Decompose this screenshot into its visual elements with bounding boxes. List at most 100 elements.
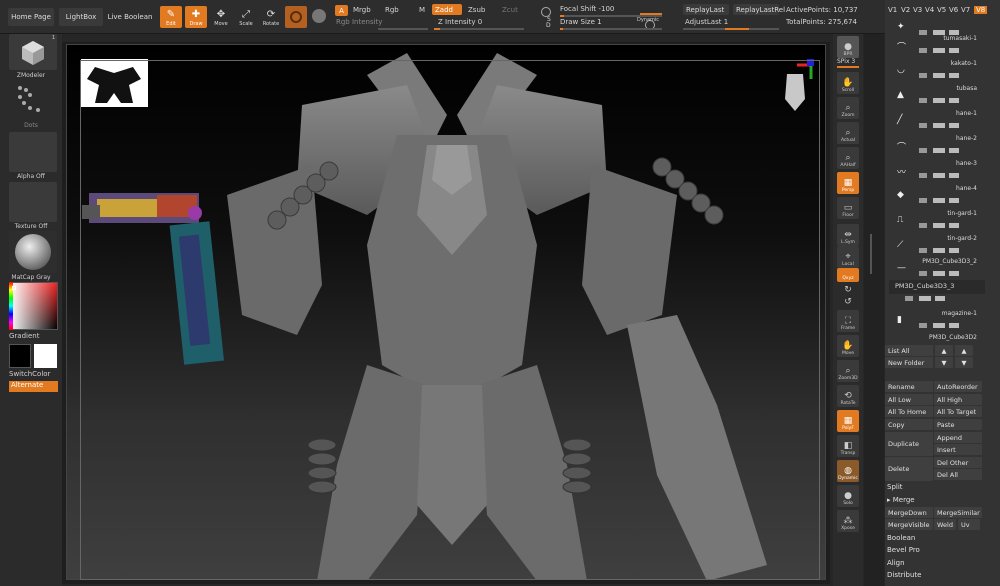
- zoom-button[interactable]: ⌕ Zoom: [837, 97, 859, 119]
- frame-button[interactable]: ⛶ Frame: [837, 310, 859, 332]
- merge-section[interactable]: ▸ Merge: [887, 496, 915, 504]
- paste-button[interactable]: Paste: [934, 419, 982, 430]
- subtool-item[interactable]: ╱ hane-1: [889, 109, 985, 133]
- subtool-item[interactable]: — PM3D_Cube3D3_2: [889, 257, 985, 281]
- switch-color-button[interactable]: SwitchColor: [9, 370, 50, 378]
- subtool-visibility-toggles[interactable]: [919, 323, 971, 328]
- duplicate-button[interactable]: Duplicate: [885, 432, 933, 456]
- new-folder-button[interactable]: New Folder: [885, 357, 933, 368]
- matcap-thumb[interactable]: [9, 231, 57, 273]
- polyf-button[interactable]: ▦ PolyF: [837, 410, 859, 432]
- aahalf-button[interactable]: ⌕ AAHalf: [837, 147, 859, 169]
- subtool-item-selected[interactable]: PM3D_Cube3D3_3: [889, 280, 985, 294]
- subtool-visibility-toggles[interactable]: [919, 248, 971, 253]
- del-all-button[interactable]: Del All: [934, 469, 982, 480]
- live-boolean-button[interactable]: Live Boolean: [106, 8, 154, 26]
- boolean-section[interactable]: Boolean: [887, 534, 915, 542]
- distribute-section[interactable]: Distribute: [887, 571, 921, 579]
- zadd-button[interactable]: Zadd: [432, 4, 462, 15]
- replay-last-rel-button[interactable]: ReplayLastRel: [733, 4, 785, 15]
- split-section[interactable]: Split: [887, 483, 903, 491]
- ghost-button[interactable]: ◍ Dynamic: [837, 460, 859, 482]
- spix-slider[interactable]: SPix 3: [837, 58, 859, 66]
- z-intensity-track[interactable]: [434, 28, 524, 30]
- subtool-visibility-toggles[interactable]: [919, 173, 971, 178]
- subtool-visibility-toggles[interactable]: [905, 296, 957, 301]
- texture-thumb[interactable]: [9, 182, 57, 222]
- color-cursor[interactable]: [12, 286, 16, 290]
- lightbox-button[interactable]: LightBox: [59, 8, 103, 26]
- view-v7[interactable]: V7: [961, 6, 970, 14]
- subtool-item[interactable]: ⎍ tin-gard-1: [889, 209, 985, 233]
- subtool-visibility-toggles[interactable]: [919, 223, 971, 228]
- local-button[interactable]: ⌖ Local: [837, 246, 859, 268]
- rgb-button[interactable]: Rgb: [385, 6, 399, 14]
- auto-reorder-button[interactable]: AutoReorder: [934, 381, 982, 392]
- zoom3d-button[interactable]: ⌕ Zoom3D: [837, 360, 859, 382]
- subtool-visibility-toggles[interactable]: [919, 123, 971, 128]
- del-other-button[interactable]: Del Other: [934, 457, 982, 468]
- rename-button[interactable]: Rename: [885, 381, 933, 392]
- subtool-item[interactable]: ▮ magazine-1: [889, 309, 985, 333]
- rotate-y-button[interactable]: ↻: [837, 284, 859, 296]
- subtool-item[interactable]: ◆ hane-4: [889, 184, 985, 208]
- subtool-visibility-toggles[interactable]: [919, 148, 971, 153]
- home-page-button[interactable]: Home Page: [8, 8, 54, 26]
- scroll-button[interactable]: ✋ Scroll: [837, 72, 859, 94]
- xyz-button[interactable]: Qxyz: [837, 268, 859, 282]
- weld-button[interactable]: Weld: [934, 519, 956, 530]
- bevel-pro-section[interactable]: Bevel Pro: [887, 546, 920, 554]
- lsym-button[interactable]: ⇹ L.Sym: [837, 224, 859, 246]
- dynamic-toggle[interactable]: Dynamic: [637, 17, 659, 23]
- subtool-visibility-toggles[interactable]: [919, 198, 971, 203]
- subtool-item[interactable]: ⟋ tin-gard-2: [889, 234, 985, 258]
- insert-button[interactable]: Insert: [934, 444, 982, 455]
- subtool-visibility-toggles[interactable]: [919, 98, 971, 103]
- copy-button[interactable]: Copy: [885, 419, 933, 430]
- view-v6[interactable]: V6: [949, 6, 958, 14]
- z-intensity-slider[interactable]: Z Intensity 0: [438, 18, 482, 26]
- alternate-button[interactable]: Alternate: [9, 381, 58, 392]
- move-view-button[interactable]: ✋ Move: [837, 335, 859, 357]
- replay-last-button[interactable]: ReplayLast: [683, 4, 729, 15]
- persp-button[interactable]: ▦ Persp: [837, 172, 859, 194]
- secondary-color-swatch[interactable]: [34, 344, 57, 368]
- view-v5[interactable]: V5: [937, 6, 946, 14]
- floor-button[interactable]: ▭ Floor: [837, 197, 859, 219]
- subtool-item[interactable]: ◡ kakato-1: [889, 59, 985, 83]
- subtool-visibility-toggles[interactable]: [919, 48, 971, 53]
- subtool-item[interactable]: ⌒ hane-2: [889, 134, 985, 158]
- subtool-item[interactable]: ⌒ tumasaki-1: [889, 34, 985, 58]
- solo-button[interactable]: ● Solo: [837, 485, 859, 507]
- view-v3[interactable]: V3: [913, 6, 922, 14]
- material-sphere-button[interactable]: [285, 6, 307, 28]
- transp-button[interactable]: ◧ Transp: [837, 435, 859, 457]
- all-high-button[interactable]: All High: [934, 394, 982, 405]
- subtool-visibility-toggles[interactable]: [919, 271, 971, 276]
- subtool-item[interactable]: PM3D_Cube3D2: [889, 332, 985, 346]
- actual-button[interactable]: ⌕ Actual: [837, 122, 859, 144]
- all-to-home-button[interactable]: All To Home: [885, 406, 933, 417]
- zsub-button[interactable]: Zsub: [468, 6, 485, 14]
- main-color-swatch[interactable]: [9, 344, 31, 368]
- view-v2[interactable]: V2: [901, 6, 910, 14]
- subtool-item[interactable]: ▲ tubasa: [889, 84, 985, 108]
- view-v8[interactable]: V8: [974, 6, 988, 14]
- scroll-thumb[interactable]: [870, 234, 872, 274]
- all-to-target-button[interactable]: All To Target: [934, 406, 982, 417]
- adjust-last-track[interactable]: [683, 28, 779, 30]
- rotate-z-button[interactable]: ↺: [837, 296, 859, 308]
- color-picker[interactable]: [9, 282, 58, 330]
- uv-button[interactable]: Uv: [958, 519, 980, 530]
- m-button[interactable]: M: [419, 6, 425, 14]
- draw-size-slider[interactable]: Draw Size 1: [560, 18, 602, 26]
- alpha-thumb[interactable]: [9, 132, 57, 172]
- rgb-intensity-slider[interactable]: Rgb Intensity: [336, 18, 382, 26]
- mrgb-button[interactable]: Mrgb: [353, 6, 371, 14]
- all-low-button[interactable]: All Low: [885, 394, 933, 405]
- merge-down-button[interactable]: MergeDown: [885, 507, 933, 518]
- scale-button[interactable]: ⤢ Scale: [235, 6, 257, 28]
- draw-size-track[interactable]: [560, 28, 662, 30]
- view-v1[interactable]: V1: [888, 6, 897, 14]
- bpr-button[interactable]: ● BPR: [837, 36, 859, 58]
